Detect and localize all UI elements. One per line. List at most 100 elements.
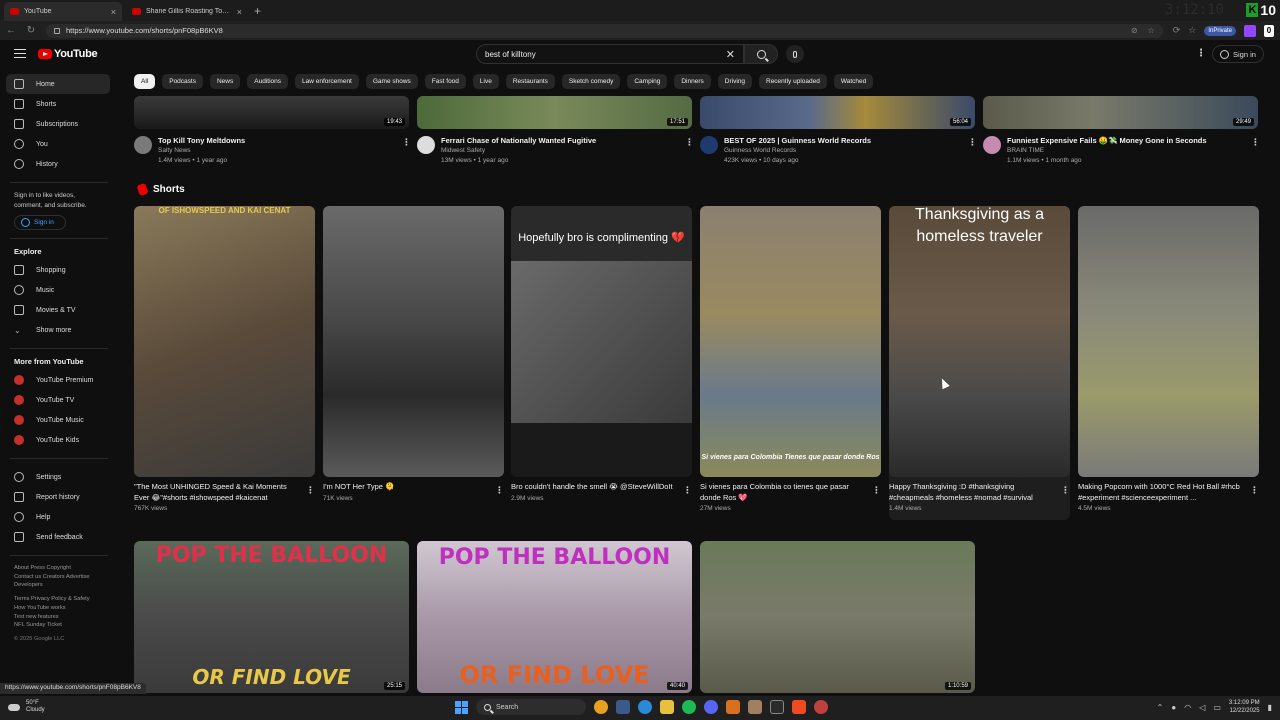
close-tab-icon[interactable]: × xyxy=(237,7,242,17)
channel-avatar[interactable] xyxy=(417,136,435,154)
search-button[interactable] xyxy=(744,44,778,64)
youtube-logo[interactable]: YouTube xyxy=(38,48,98,60)
discord-icon[interactable] xyxy=(704,700,718,714)
back-icon[interactable]: ← xyxy=(6,25,16,36)
chip-all[interactable]: All xyxy=(134,74,156,89)
url-field[interactable]: https://www.youtube.com/shorts/pnF08pB6K… xyxy=(46,23,1163,38)
chevron-up-icon[interactable]: ⌃ xyxy=(1157,703,1164,712)
footer-links[interactable]: How YouTube works xyxy=(14,604,104,613)
sidebar-item-shorts[interactable]: Shorts xyxy=(6,94,110,114)
sidebar-item-you[interactable]: You xyxy=(6,134,110,154)
video-thumbnail[interactable]: POP THE BALLOON OR FIND LOVE 25:15 xyxy=(134,541,409,693)
more-actions-icon[interactable]: ⋮ xyxy=(1061,485,1070,496)
more-actions-icon[interactable]: ⋮ xyxy=(968,137,977,148)
footer-links[interactable]: Developers xyxy=(14,581,104,590)
game-app-icon[interactable] xyxy=(726,700,740,714)
video-thumbnail[interactable]: 29:49 xyxy=(983,96,1258,129)
wifi-icon[interactable]: ◠ xyxy=(1184,703,1191,712)
footer-links[interactable]: Test new features xyxy=(14,613,104,622)
video-title[interactable]: BEST OF 2025 | Guinness World Records xyxy=(724,136,964,146)
extensions-icon[interactable]: ⟳ xyxy=(1173,25,1181,36)
favorites-icon[interactable]: ☆ xyxy=(1188,25,1196,36)
video-thumbnail[interactable]: 17:51 xyxy=(417,96,692,129)
short-title[interactable]: Bro couldn't handle the smell 😭 @SteveWi… xyxy=(511,482,673,493)
short-thumbnail[interactable] xyxy=(323,206,504,477)
sidebar-item-kids[interactable]: YouTube Kids xyxy=(6,430,110,450)
more-actions-icon[interactable]: ⋮ xyxy=(685,137,694,148)
kick-extension-icon[interactable]: 0 xyxy=(1264,24,1274,37)
video-thumbnail[interactable]: POP THE BALLOON OR FIND LOVE 40:40 xyxy=(417,541,692,693)
obs-icon[interactable] xyxy=(814,700,828,714)
chip-dinners[interactable]: Dinners xyxy=(674,74,711,89)
edge-icon[interactable] xyxy=(638,700,652,714)
twitch-icon[interactable] xyxy=(1244,24,1256,37)
chip-camping[interactable]: Camping xyxy=(627,74,668,89)
more-actions-icon[interactable]: ⋮ xyxy=(495,485,504,496)
sidebar-item-home[interactable]: Home xyxy=(6,74,110,94)
notifications-icon[interactable]: ▮ xyxy=(1268,703,1272,712)
sidebar-item-movies[interactable]: Movies & TV xyxy=(6,300,110,320)
short-card[interactable]: OF ISHOWSPEED AND KAI CENAT "The Most UN… xyxy=(134,206,315,512)
chip-game-shows[interactable]: Game shows xyxy=(365,74,418,89)
clear-search-icon[interactable]: ✕ xyxy=(726,48,735,61)
video-thumbnail[interactable]: 19:43 xyxy=(134,96,409,129)
footer-links[interactable]: Terms Privacy Policy & Safety xyxy=(14,595,104,604)
taskbar-search[interactable]: Search xyxy=(476,699,586,715)
short-thumbnail[interactable]: Thanksgiving as a homeless traveler xyxy=(889,206,1070,477)
chip-news[interactable]: News xyxy=(209,74,241,89)
more-actions-icon[interactable]: ⋮ xyxy=(306,485,315,496)
more-actions-icon[interactable]: ⋮ xyxy=(872,485,881,496)
voice-search-button[interactable] xyxy=(786,45,804,63)
chrome-icon[interactable] xyxy=(594,700,608,714)
short-thumbnail[interactable] xyxy=(1078,206,1259,477)
footer-links[interactable]: Contact us Creators Advertise xyxy=(14,573,104,582)
short-thumbnail[interactable]: Hopefully bro is complimenting 💔 xyxy=(511,206,692,477)
short-title[interactable]: Happy Thanksgiving :D #thanksgiving #che… xyxy=(889,482,1051,503)
file-explorer-icon[interactable] xyxy=(660,700,674,714)
channel-name[interactable]: BRAIN TIME xyxy=(1007,146,1257,156)
weather-widget[interactable]: 50°F Cloudy xyxy=(8,700,45,714)
reader-icon[interactable]: ⊘ xyxy=(1131,26,1138,35)
chip-podcasts[interactable]: Podcasts xyxy=(162,74,203,89)
channel-avatar[interactable] xyxy=(983,136,1001,154)
refresh-icon[interactable]: ↻ xyxy=(26,25,36,36)
short-thumbnail[interactable]: OF ISHOWSPEED AND KAI CENAT xyxy=(134,206,315,477)
channel-avatar[interactable] xyxy=(134,136,152,154)
brave-icon[interactable] xyxy=(792,700,806,714)
battery-icon[interactable]: ▭ xyxy=(1213,703,1221,712)
more-actions-icon[interactable]: ⋮ xyxy=(1250,485,1259,496)
inprivate-badge[interactable]: InPrivate xyxy=(1204,25,1236,36)
short-thumbnail[interactable]: Si vienes para Colombia Tienes que pasar… xyxy=(700,206,881,477)
short-card[interactable]: Making Popcorn with 1000°C Red Hot Ball … xyxy=(1078,206,1259,512)
sidebar-item-help[interactable]: Help xyxy=(6,507,110,527)
search-input[interactable]: best of killtony ✕ xyxy=(476,44,744,64)
sidebar-item-show-more[interactable]: ⌄ Show more xyxy=(6,320,110,340)
chip-restaurants[interactable]: Restaurants xyxy=(505,74,555,89)
menu-icon[interactable] xyxy=(14,49,26,58)
sidebar-item-music-app[interactable]: YouTube Music xyxy=(6,410,110,430)
spotify-icon[interactable] xyxy=(682,700,696,714)
sidebar-item-feedback[interactable]: Send feedback xyxy=(6,527,110,547)
video-thumbnail[interactable]: 1:10:59 xyxy=(700,541,975,693)
short-title[interactable]: Si vienes para Colombia co tienes que pa… xyxy=(700,482,862,503)
sidebar-item-tv[interactable]: YouTube TV xyxy=(6,390,110,410)
chip-live[interactable]: Live xyxy=(472,74,499,89)
chip-law-enforcement[interactable]: Law enforcement xyxy=(295,74,359,89)
video-title[interactable]: Ferrari Chase of Nationally Wanted Fugit… xyxy=(441,136,681,146)
short-card-hovered[interactable]: Thanksgiving as a homeless traveler Happ… xyxy=(889,206,1070,520)
chip-fast-food[interactable]: Fast food xyxy=(424,74,466,89)
chip-auditions[interactable]: Auditions xyxy=(247,74,288,89)
settings-more-icon[interactable]: ⋮ xyxy=(1196,48,1206,59)
chip-driving[interactable]: Driving xyxy=(717,74,752,89)
tab-youtube[interactable]: YouTube × xyxy=(4,2,122,21)
more-actions-icon[interactable]: ⋮ xyxy=(683,485,692,496)
chip-recently-uploaded[interactable]: Recently uploaded xyxy=(759,74,827,89)
short-card[interactable]: Si vienes para Colombia Tienes que pasar… xyxy=(700,206,881,512)
mic-tray-icon[interactable]: ● xyxy=(1171,703,1176,712)
windows-start-icon[interactable] xyxy=(455,700,468,714)
footer-links[interactable]: About Press Copyright xyxy=(14,564,104,573)
terminal-icon[interactable] xyxy=(770,700,784,714)
short-card[interactable]: Hopefully bro is complimenting 💔 Bro cou… xyxy=(511,206,692,502)
new-tab-button[interactable]: + xyxy=(254,4,261,21)
favorite-star-icon[interactable]: ☆ xyxy=(1148,26,1155,35)
